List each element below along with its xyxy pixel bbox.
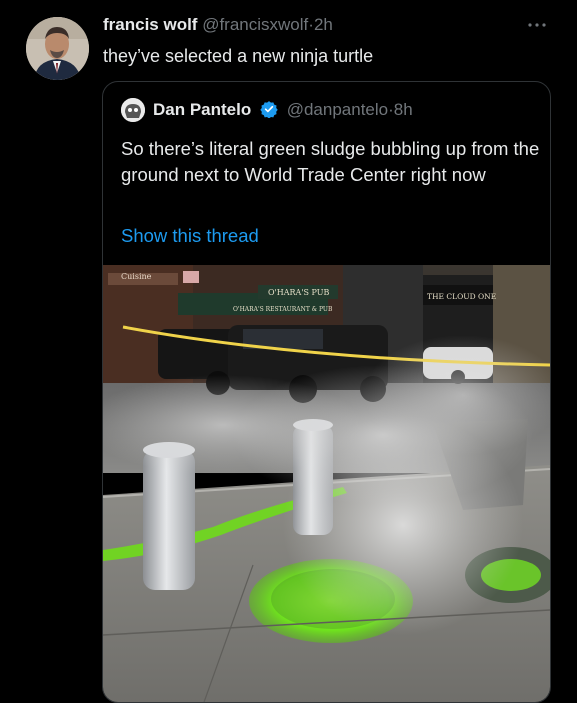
- quoted-timestamp[interactable]: 8h: [394, 100, 413, 119]
- quoted-avatar[interactable]: [121, 98, 145, 122]
- tweet-header: francis wolf @francisxwolf·2h: [103, 14, 333, 36]
- quoted-text: So there’s literal green sludge bubbling…: [121, 138, 540, 185]
- handle[interactable]: @francisxwolf: [202, 15, 308, 34]
- quoted-handle[interactable]: @danpantelo: [287, 100, 388, 119]
- avatar-portrait: [26, 17, 89, 80]
- show-thread-link[interactable]: Show this thread: [121, 225, 259, 247]
- oharas-pub-sign: O'HARA'S PUB: [268, 288, 330, 297]
- cuisine-sign: Cuisine: [121, 272, 152, 281]
- cloud-one-sign: THE CLOUD ONE: [427, 292, 496, 301]
- display-name[interactable]: francis wolf: [103, 15, 197, 34]
- quoted-tweet-card[interactable]: Dan Pantelo @danpantelo·8h So there’s li…: [102, 81, 551, 703]
- more-horizontal-icon[interactable]: [527, 14, 547, 35]
- oharas-restaurant-sign: O'HARA'S RESTAURANT & PUB: [233, 306, 333, 313]
- tweet-text: they’ve selected a new ninja turtle: [103, 46, 374, 66]
- street-scene-illustration: Cuisine O'HARA'S PUB O'HARA'S RESTAURANT…: [103, 265, 550, 702]
- quoted-header: Dan Pantelo @danpantelo·8h: [153, 99, 413, 124]
- more-dots: [528, 23, 546, 27]
- verified-badge-icon: [260, 100, 278, 124]
- timestamp[interactable]: 2h: [314, 15, 333, 34]
- verified-badge-svg: [260, 101, 278, 119]
- quoted-display-name[interactable]: Dan Pantelo: [153, 100, 251, 119]
- quoted-avatar-image: [121, 98, 145, 122]
- avatar[interactable]: [26, 17, 89, 80]
- street-photo[interactable]: Cuisine O'HARA'S PUB O'HARA'S RESTAURANT…: [103, 265, 550, 702]
